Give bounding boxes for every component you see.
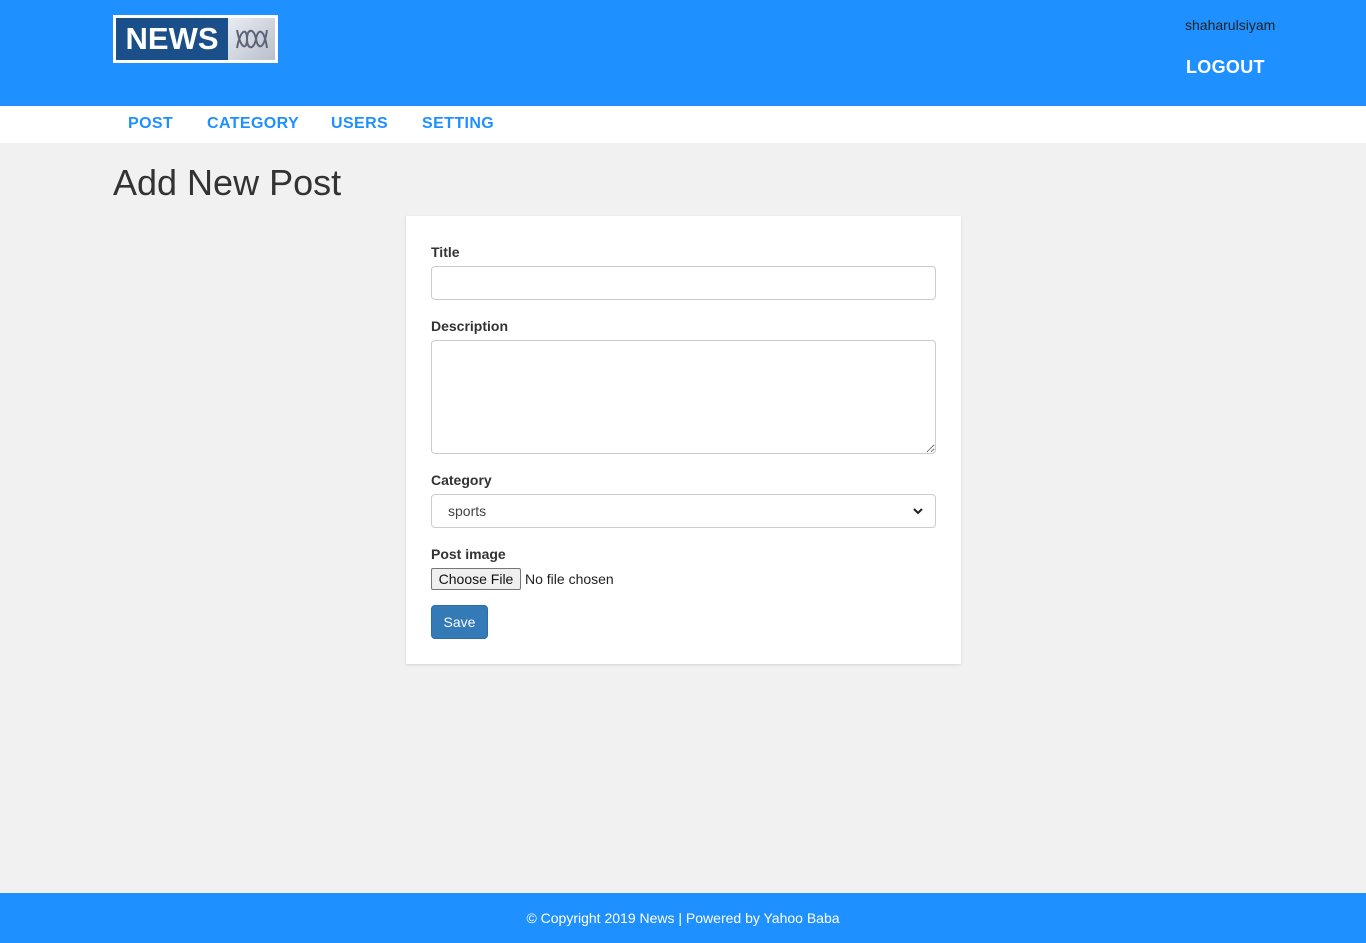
category-label: Category bbox=[431, 472, 492, 488]
site-logo[interactable]: NEWS bbox=[113, 15, 278, 63]
page-title: Add New Post bbox=[113, 162, 342, 203]
file-status-text: No file chosen bbox=[525, 571, 614, 587]
username-label: shaharulsiyam bbox=[1185, 17, 1276, 33]
title-label: Title bbox=[431, 244, 460, 260]
category-selected-value: sports bbox=[448, 503, 487, 519]
nav-item-users[interactable]: USERS bbox=[331, 115, 388, 133]
title-input[interactable] bbox=[431, 266, 936, 300]
category-select[interactable]: sports bbox=[431, 494, 936, 528]
footer-copyright: © Copyright 2019 News | Powered by Yahoo… bbox=[526, 910, 840, 926]
save-button[interactable]: Save bbox=[431, 605, 488, 639]
nav-item-setting[interactable]: SETTING bbox=[422, 115, 494, 133]
nav-item-post[interactable]: POST bbox=[128, 115, 173, 133]
description-label: Description bbox=[431, 318, 509, 334]
chevron-down-icon bbox=[913, 508, 923, 515]
description-textarea[interactable] bbox=[431, 340, 936, 454]
site-footer: © Copyright 2019 News | Powered by Yahoo… bbox=[0, 893, 1366, 943]
choose-file-button[interactable]: Choose File bbox=[431, 568, 521, 590]
logout-link[interactable]: LOGOUT bbox=[1186, 57, 1265, 78]
nav-item-category[interactable]: CATEGORY bbox=[207, 115, 299, 133]
add-post-form: Title Description Category sports Post i… bbox=[406, 216, 961, 664]
abc-lines-logo-icon bbox=[228, 18, 275, 60]
site-header: NEWS shaharulsiyam LOGOUT bbox=[0, 0, 1366, 106]
logo-text: NEWS bbox=[116, 18, 228, 60]
post-image-label: Post image bbox=[431, 546, 506, 562]
admin-nav: POST CATEGORY USERS SETTING bbox=[0, 106, 1366, 143]
